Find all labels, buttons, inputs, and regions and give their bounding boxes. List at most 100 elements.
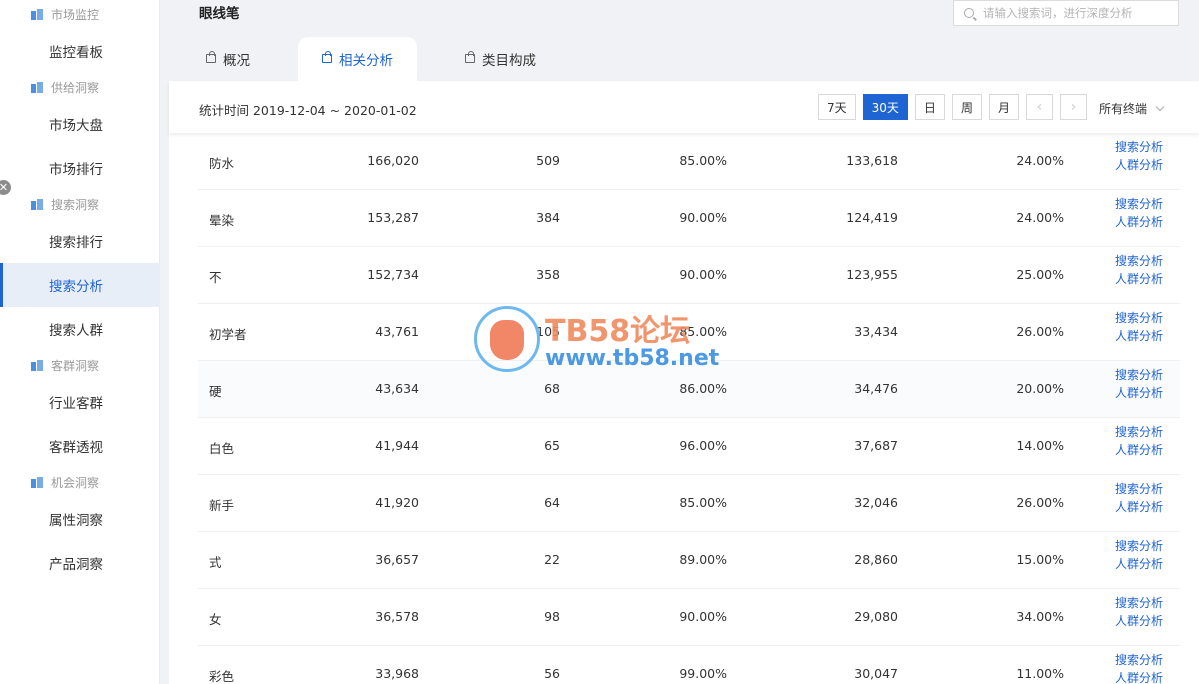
next-period-button[interactable]: › xyxy=(1059,94,1087,120)
tab-overview[interactable]: 概况 xyxy=(170,37,286,81)
crowd-analysis-link[interactable]: 人群分析 xyxy=(1115,384,1163,402)
search-analysis-link[interactable]: 搜索分析 xyxy=(1115,138,1163,156)
value-cell: 33,434 xyxy=(854,324,898,339)
value-cell: 20.00% xyxy=(1016,381,1064,396)
crowd-analysis-link[interactable]: 人群分析 xyxy=(1115,498,1163,516)
value-cell: 37,687 xyxy=(854,438,898,453)
range-month-button[interactable]: 月 xyxy=(988,94,1019,120)
keyword-cell: 硬 xyxy=(209,384,222,399)
crowd-analysis-link[interactable]: 人群分析 xyxy=(1115,156,1163,174)
crowd-analysis-link[interactable]: 人群分析 xyxy=(1115,669,1163,684)
row-actions: 搜索分析 人群分析 xyxy=(1115,537,1163,573)
keyword-cell: 彩色 xyxy=(209,669,235,684)
value-cell: 133,618 xyxy=(846,153,898,168)
building-icon xyxy=(31,9,43,20)
keyword-cell: 式 xyxy=(209,555,222,570)
search-analysis-link[interactable]: 搜索分析 xyxy=(1115,309,1163,327)
value-cell: 33,968 xyxy=(375,666,419,681)
value-cell: 36,657 xyxy=(375,552,419,567)
value-cell: 85.00% xyxy=(679,153,727,168)
value-cell: 85.00% xyxy=(679,495,727,510)
search-analysis-link[interactable]: 搜索分析 xyxy=(1115,423,1163,441)
value-cell: 153,287 xyxy=(367,210,419,225)
value-cell: 85.00% xyxy=(679,324,727,339)
search-analysis-link[interactable]: 搜索分析 xyxy=(1115,480,1163,498)
crowd-analysis-link[interactable]: 人群分析 xyxy=(1115,555,1163,573)
terminal-select[interactable]: 所有终端 xyxy=(1099,100,1165,117)
value-cell: 36,578 xyxy=(375,609,419,624)
search-analysis-link[interactable]: 搜索分析 xyxy=(1115,537,1163,555)
sidebar-item-customer-perspective[interactable]: 客群透视 xyxy=(0,424,160,468)
search-analysis-link[interactable]: 搜索分析 xyxy=(1115,366,1163,384)
value-cell: 14.00% xyxy=(1016,438,1064,453)
value-cell: 15.00% xyxy=(1016,552,1064,567)
value-cell: 41,944 xyxy=(375,438,419,453)
sidebar-group-search-insight: 搜索洞察 xyxy=(0,190,160,219)
range-30d-button[interactable]: 30天 xyxy=(862,94,908,120)
sidebar-item-industry-customers[interactable]: 行业客群 xyxy=(0,380,160,424)
table-row: 彩色 33,968 56 99.00% 30,047 11.00% 搜索分析 人群分析 xyxy=(198,646,1180,684)
value-cell: 28,860 xyxy=(854,552,898,567)
row-actions: 搜索分析 人群分析 xyxy=(1115,195,1163,231)
sidebar-group-customer-insight: 客群洞察 xyxy=(0,351,160,380)
sidebar: 市场监控 监控看板 供给洞察 市场大盘 市场排行 搜索洞察 搜索排行 搜索分析 … xyxy=(0,0,160,684)
related-words-table: 防水 166,020 509 85.00% 133,618 24.00% 搜索分析 人群分析晕… xyxy=(198,133,1180,684)
building-icon xyxy=(31,477,43,488)
bag-icon xyxy=(322,50,332,63)
value-cell: 41,920 xyxy=(375,495,419,510)
value-cell: 43,761 xyxy=(375,324,419,339)
prev-period-button[interactable]: ‹ xyxy=(1025,94,1053,120)
sidebar-item-attribute-insight[interactable]: 属性洞察 xyxy=(0,497,160,541)
range-7d-button[interactable]: 7天 xyxy=(818,94,856,120)
search-box[interactable] xyxy=(953,0,1179,26)
table-row: 不 152,734 358 90.00% 123,955 25.00% 搜索分析 人群分析 xyxy=(198,247,1180,304)
page-title: 眼线笔 xyxy=(199,6,240,22)
sidebar-item-search-crowd[interactable]: 搜索人群 xyxy=(0,307,160,351)
sidebar-item-search-analysis[interactable]: 搜索分析 xyxy=(0,263,160,307)
value-cell: 90.00% xyxy=(679,210,727,225)
value-cell: 43,634 xyxy=(375,381,419,396)
search-analysis-link[interactable]: 搜索分析 xyxy=(1115,252,1163,270)
bag-icon xyxy=(465,50,475,63)
range-day-button[interactable]: 日 xyxy=(914,94,945,120)
value-cell: 99.00% xyxy=(679,666,727,681)
search-analysis-link[interactable]: 搜索分析 xyxy=(1115,195,1163,213)
sidebar-item-market-overview[interactable]: 市场大盘 xyxy=(0,102,160,146)
tab-related-analysis[interactable]: 相关分析 xyxy=(298,37,417,81)
building-icon xyxy=(31,360,43,371)
value-cell: 34.00% xyxy=(1016,609,1064,624)
value-cell: 98 xyxy=(544,609,560,624)
keyword-cell: 女 xyxy=(209,612,222,627)
building-icon xyxy=(31,82,43,93)
value-cell: 358 xyxy=(536,267,560,282)
table-row: 晕染 153,287 384 90.00% 124,419 24.00% 搜索分析 人群分析 xyxy=(198,190,1180,247)
table-row: 初学者 43,761 105 85.00% 33,434 26.00% 搜索分析 人群分析 xyxy=(198,304,1180,361)
search-analysis-link[interactable]: 搜索分析 xyxy=(1115,594,1163,612)
crowd-analysis-link[interactable]: 人群分析 xyxy=(1115,441,1163,459)
sidebar-item-search-ranking[interactable]: 搜索排行 xyxy=(0,219,160,263)
value-cell: 24.00% xyxy=(1016,210,1064,225)
value-cell: 56 xyxy=(544,666,560,681)
sidebar-item-monitor-board[interactable]: 监控看板 xyxy=(0,29,160,73)
search-input[interactable] xyxy=(983,6,1173,20)
row-actions: 搜索分析 人群分析 xyxy=(1115,138,1163,174)
search-analysis-link[interactable]: 搜索分析 xyxy=(1115,651,1163,669)
row-actions: 搜索分析 人群分析 xyxy=(1115,423,1163,459)
sidebar-group-opportunity-insight: 机会洞察 xyxy=(0,468,160,497)
table-row: 硬 43,634 68 86.00% 34,476 20.00% 搜索分析 人群分析 xyxy=(198,361,1180,418)
value-cell: 32,046 xyxy=(854,495,898,510)
chevron-down-icon xyxy=(1155,102,1165,111)
sidebar-item-market-ranking[interactable]: 市场排行 xyxy=(0,146,160,190)
range-week-button[interactable]: 周 xyxy=(951,94,982,120)
sidebar-item-product-insight[interactable]: 产品洞察 xyxy=(0,541,160,585)
tab-category-composition[interactable]: 类目构成 xyxy=(429,37,572,81)
crowd-analysis-link[interactable]: 人群分析 xyxy=(1115,213,1163,231)
value-cell: 22 xyxy=(544,552,560,567)
table-row: 新手 41,920 64 85.00% 32,046 26.00% 搜索分析 人群分析 xyxy=(198,475,1180,532)
value-cell: 124,419 xyxy=(846,210,898,225)
crowd-analysis-link[interactable]: 人群分析 xyxy=(1115,270,1163,288)
crowd-analysis-link[interactable]: 人群分析 xyxy=(1115,612,1163,630)
crowd-analysis-link[interactable]: 人群分析 xyxy=(1115,327,1163,345)
row-actions: 搜索分析 人群分析 xyxy=(1115,366,1163,402)
keyword-cell: 防水 xyxy=(209,156,235,171)
